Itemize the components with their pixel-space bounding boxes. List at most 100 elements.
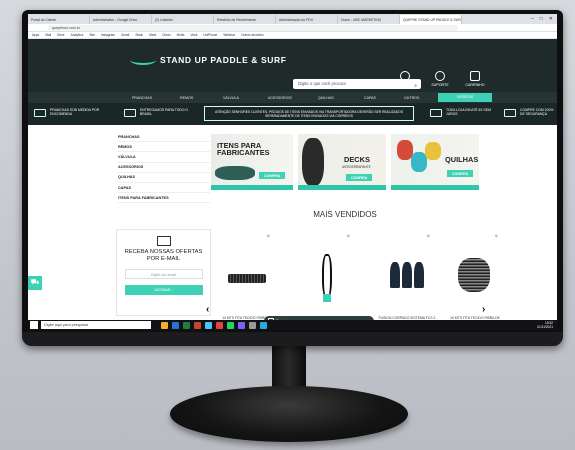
site-header: STAND UP PADDLE & SURF Digite o que você… <box>28 39 557 92</box>
phone-icon <box>435 71 445 81</box>
monitor-screen: Portal do Cliente Administrativo - Googl… <box>28 14 557 330</box>
best-sellers-title: MAIS VENDIDOS <box>313 210 377 219</box>
clock-date: 01/11/2021 <box>537 325 553 329</box>
windows-start-icon[interactable] <box>30 321 38 329</box>
sidebar-item-remos[interactable]: REMOS <box>118 142 210 153</box>
window-controls: – □ ✕ <box>531 14 557 24</box>
banner-cta-button[interactable]: CONFIRA <box>259 172 286 179</box>
support-label: SUPORTE <box>431 83 449 87</box>
newsletter-email-input[interactable]: Digite seu email <box>124 269 203 279</box>
powerpoint-icon[interactable] <box>194 321 201 329</box>
heart-icon[interactable]: ♥ <box>266 234 270 240</box>
whatsapp-icon[interactable] <box>227 321 234 329</box>
bookmark[interactable]: Veck <box>190 33 197 37</box>
cart-button[interactable]: CARRINHO <box>460 71 490 87</box>
bookmark[interactable]: Slack <box>135 33 143 37</box>
support-button[interactable]: SUPORTE <box>425 71 455 87</box>
nav-item-capas[interactable]: CAPAS <box>364 96 376 100</box>
folder-icon[interactable] <box>161 321 168 329</box>
banner-title: ITENS PARA FABRICANTES <box>217 141 270 157</box>
system-tray[interactable]: 15:52 01/11/2021 <box>537 321 557 329</box>
heart-icon[interactable]: ♥ <box>494 234 498 240</box>
taskbar-search-input[interactable]: Digite aqui para pesquisar <box>41 321 151 329</box>
bookmark[interactable]: Gmail <box>121 33 129 37</box>
bookmark[interactable]: Webinar <box>223 33 235 37</box>
bookmark[interactable]: Clean <box>162 33 170 37</box>
bookmark[interactable]: Apps <box>32 33 39 37</box>
word-icon[interactable] <box>172 321 179 329</box>
carousel-prev-icon[interactable]: ‹ <box>206 304 209 315</box>
info-shipping: ENTREGAMOS PARA TODO O BRASIL <box>124 108 198 117</box>
sidebar-item-fabricantes[interactable]: ITENS PARA FABRICANTES <box>118 193 210 204</box>
sidebar-item-pranchas[interactable]: PRANCHAS <box>118 132 210 143</box>
edge-icon[interactable] <box>205 321 212 329</box>
sidebar-item-valvula[interactable]: VÁLVULA <box>118 152 210 163</box>
settings-icon[interactable] <box>249 321 256 329</box>
info-security: COMPRE COM 100% DE SEGURANÇA <box>504 108 557 117</box>
product-card[interactable]: ♥ FUSION CORPADO SISTEMA FCS 2 SURF <box>378 232 436 330</box>
monitor-stand-base <box>170 386 408 442</box>
banner-cta-button[interactable]: CONFIRA <box>346 174 373 181</box>
chrome-icon[interactable] <box>216 321 223 329</box>
bookmark[interactable]: Drive <box>57 33 64 37</box>
minimize-icon[interactable]: – <box>531 16 534 22</box>
info-installments: TODA LOJA EM ATÉ 6X SEM JUROS <box>430 108 494 117</box>
banner-quilhas[interactable]: QUILHAS CONFIRA <box>391 134 479 190</box>
site-logo[interactable]: STAND UP PADDLE & SURF <box>130 55 287 65</box>
browser-tab[interactable]: Administrativo - Google Drive <box>90 15 152 24</box>
newsletter-subscribe-button[interactable]: ASSINAR › <box>124 285 203 295</box>
newsletter-box: RECEBA NOSSAS OFERTAS POR E-MAIL Digite … <box>116 229 211 316</box>
sidebar-item-quilhas[interactable]: QUILHAS <box>118 173 210 183</box>
outlook-icon[interactable] <box>260 321 267 329</box>
browser-tab[interactable]: Relatório de Recebimento <box>214 15 276 24</box>
banner-decks[interactable]: DECKS ANTIDERRAPANTE CONFIRA <box>298 134 386 190</box>
nav-item-pranchas[interactable]: PRANCHAS <box>132 96 152 100</box>
browser-tab[interactable]: Home - UBC MARKETING <box>338 15 400 24</box>
excel-icon[interactable] <box>183 321 190 329</box>
banner-cta-button[interactable]: CONFIRA <box>447 170 474 177</box>
heart-icon[interactable]: ♥ <box>346 234 350 240</box>
bookmark[interactable]: UniPhone <box>203 33 217 37</box>
truck-icon <box>124 109 136 117</box>
banner-title: QUILHAS <box>445 155 479 164</box>
bookmark[interactable]: Meet <box>149 33 156 37</box>
nav-item-quilhas[interactable]: QUILHAS <box>318 96 334 100</box>
product-image <box>456 254 494 304</box>
sidebar-item-capas[interactable]: CAPAS <box>118 183 210 194</box>
login-label: ENTRAR <box>397 83 413 87</box>
bookmark[interactable]: Site <box>89 33 95 37</box>
url-input[interactable]: quepheno.com.br <box>48 24 458 31</box>
browser-tab[interactable]: (2) Linkedin <box>152 15 214 24</box>
taskbar-apps <box>161 321 267 329</box>
product-image <box>228 254 266 304</box>
cart-label: CARRINHO <box>465 83 485 87</box>
bookmark[interactable]: Analytics <box>71 33 84 37</box>
browser-tab[interactable]: Administração do PDV <box>276 15 338 24</box>
nav-item-valvula[interactable]: VÁLVULA <box>223 96 239 100</box>
teams-icon[interactable] <box>238 321 245 329</box>
browser-tab-active[interactable]: QUEPHE STAND UP PADDLE & SURF <box>400 15 462 24</box>
mail-icon <box>156 236 171 246</box>
login-button[interactable]: ENTRAR <box>390 71 420 87</box>
heart-icon[interactable]: ♥ <box>426 234 430 240</box>
banner-fabricantes[interactable]: ITENS PARA FABRICANTES CONFIRA <box>211 134 293 190</box>
bookmark[interactable]: Instagram <box>101 33 115 37</box>
bookmark[interactable]: Outros favoritos <box>241 33 264 37</box>
browser-tab[interactable]: Portal do Cliente <box>28 15 90 24</box>
subscribe-label: ASSINAR <box>154 288 171 292</box>
sidebar-item-acessorios[interactable]: ACESSÓRIOS <box>118 163 210 173</box>
maximize-icon[interactable]: □ <box>540 16 543 22</box>
cart-widget-icon[interactable]: ⛟ <box>28 276 42 290</box>
bookmark[interactable]: Mídia <box>177 33 185 37</box>
info-text: PRANCHAS SOB MEDIDA POR ENCOMENDA <box>50 108 100 117</box>
product-card[interactable]: ♥ 10 MTS FITA TECIDO FIBRA DE CARBONO <box>446 232 504 330</box>
bookmark[interactable]: Mail <box>45 33 51 37</box>
nav-item-acessorios[interactable]: ACESSÓRIOS <box>268 96 292 100</box>
close-icon[interactable]: ✕ <box>549 16 553 22</box>
banner-footer <box>298 185 386 190</box>
nav-item-ofertas[interactable]: OFERTAS <box>438 93 492 102</box>
nav-item-remos[interactable]: REMOS <box>180 96 193 100</box>
logo-text: STAND UP PADDLE & SURF <box>160 55 287 65</box>
info-text: ENTREGAMOS PARA TODO O BRASIL <box>140 108 189 117</box>
nav-item-outros[interactable]: OUTROS <box>404 96 419 100</box>
